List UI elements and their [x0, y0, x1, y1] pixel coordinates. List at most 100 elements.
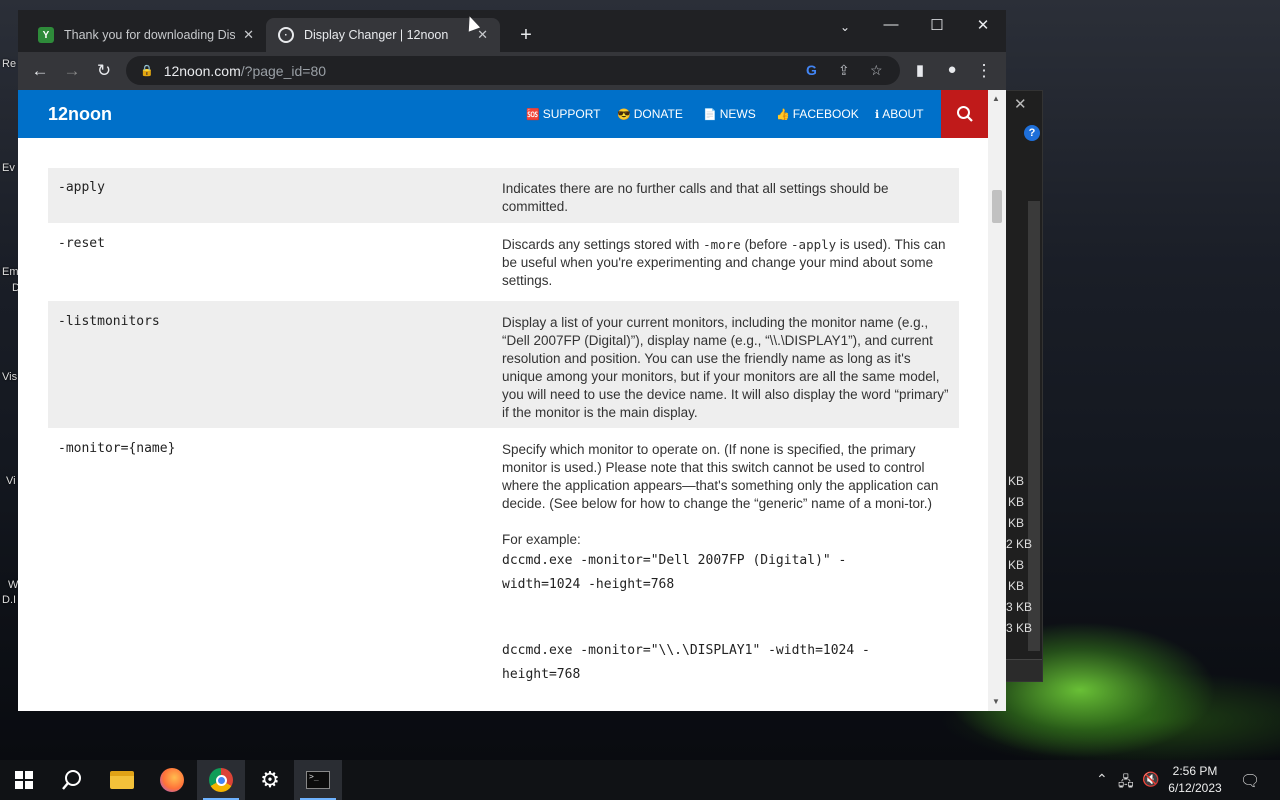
example-label: For example: [502, 532, 581, 547]
download-site-icon: Y [38, 27, 54, 43]
site-logo[interactable]: 12noon [48, 104, 112, 125]
taskbar-search[interactable] [48, 760, 96, 800]
gear-icon: ⚙ [260, 767, 280, 792]
bookmark-star-icon[interactable]: ☆ [870, 62, 883, 79]
terminal-icon: >_ [306, 771, 330, 789]
start-button[interactable] [0, 760, 48, 800]
option-switch: -listmonitors [58, 314, 160, 329]
chevron-up-icon[interactable]: ⌃ [1096, 771, 1108, 788]
maximize-icon[interactable]: ☐ [914, 16, 960, 34]
profile-icon[interactable]: ● [940, 61, 964, 78]
file-size: 3 KB [1006, 621, 1033, 635]
background-explorer-window[interactable]: ✕ ? KB KB KB 2 KB KB KB 3 KB 3 KB [1005, 90, 1043, 682]
option-switch: -apply [58, 180, 105, 195]
minimize-icon[interactable]: — [868, 16, 914, 33]
browser-window: Y Thank you for downloading Disp ✕ · Dis… [18, 10, 1006, 711]
menu-kebab-icon[interactable]: ⋮ [972, 61, 996, 81]
table-row: -listmonitors Display a list of your cur… [48, 301, 959, 428]
thumbs-up-icon: 👍 [776, 109, 790, 121]
option-description: Indicates there are no further calls and… [502, 181, 889, 214]
close-icon[interactable]: ✕ [1014, 95, 1027, 113]
side-panel-icon[interactable]: ▮ [908, 61, 932, 79]
tab-download[interactable]: Y Thank you for downloading Disp ✕ [26, 18, 266, 52]
sunglasses-icon: 😎 [617, 109, 631, 121]
file-size: KB [1008, 558, 1025, 572]
desktop-icon-label[interactable]: W [8, 579, 18, 591]
address-bar[interactable]: 🔒 12noon.com/?page_id=80 G ⇪ ☆ [126, 56, 900, 85]
notifications-icon[interactable]: 🗨 [1240, 771, 1260, 791]
scrollbar-thumb[interactable] [992, 190, 1002, 223]
desktop-icon-label[interactable]: Em [2, 266, 19, 278]
nav-donate[interactable]: 😎 DONATE [617, 107, 683, 121]
file-size: KB [1008, 579, 1025, 593]
option-description: Discards any settings stored with -more … [502, 237, 946, 288]
close-window-icon[interactable]: ✕ [960, 16, 1006, 34]
tab-title: Display Changer | 12noon [304, 28, 449, 42]
tab-title: Thank you for downloading Disp [64, 28, 236, 42]
clock-icon: · [278, 27, 294, 43]
nav-support[interactable]: 🆘 SUPPORT [526, 107, 601, 121]
desktop-icon-label[interactable]: D.I [2, 594, 16, 606]
clock-time: 2:56 PM [1172, 764, 1218, 778]
system-clock[interactable]: 2:56 PM 6/12/2023 [1162, 763, 1228, 797]
url-host: 12noon.com [163, 62, 241, 79]
file-size: KB [1008, 516, 1025, 530]
google-lens-icon[interactable]: G [806, 62, 817, 78]
page-scrollbar[interactable]: ▲ ▼ [988, 90, 1006, 711]
close-tab-icon[interactable]: ✕ [243, 27, 254, 43]
file-size: KB [1008, 495, 1025, 509]
taskbar-settings[interactable]: ⚙ [246, 760, 294, 800]
taskbar: ⚙ >_ ⌃ 🖧 🔇 2:56 PM 6/12/2023 🗨 [0, 760, 1280, 800]
volume-muted-icon[interactable]: 🔇 [1142, 771, 1159, 788]
nav-about[interactable]: ℹ ABOUT [875, 107, 924, 121]
url-path: /?page_id=80 [240, 62, 327, 79]
code-example: dccmd.exe -monitor="Dell 2007FP (Digital… [502, 553, 847, 592]
info-icon: ℹ [875, 109, 880, 121]
back-icon[interactable]: ← [28, 61, 52, 81]
scroll-down-icon[interactable]: ▼ [992, 697, 1000, 706]
scrollbar[interactable] [1028, 201, 1040, 651]
file-size: 3 KB [1006, 600, 1033, 614]
desktop-icon-label[interactable]: Vi [6, 475, 16, 487]
taskbar-file-explorer[interactable] [98, 760, 146, 800]
taskbar-chrome[interactable] [197, 760, 245, 800]
reload-icon[interactable]: ↻ [92, 61, 116, 81]
option-switch: -reset [58, 236, 105, 251]
table-row: -monitor={name} Specify which monitor to… [48, 428, 959, 711]
newspaper-icon: 📄 [703, 109, 717, 121]
share-icon[interactable]: ⇪ [838, 62, 850, 79]
search-icon [62, 770, 81, 790]
firefox-icon [160, 768, 184, 792]
clock-date: 6/12/2023 [1168, 781, 1222, 795]
scroll-up-icon[interactable]: ▲ [992, 94, 1000, 103]
table-row: -apply Indicates there are no further ca… [48, 168, 959, 223]
taskbar-firefox[interactable] [148, 760, 196, 800]
lock-icon[interactable]: 🔒 [140, 64, 154, 77]
search-button[interactable] [941, 90, 988, 138]
option-description-text: Specify which monitor to operate on. (If… [502, 442, 939, 511]
option-description: Display a list of your current monitors,… [502, 315, 949, 420]
file-size: 2 KB [1006, 537, 1033, 551]
network-icon[interactable]: 🖧 [1118, 771, 1134, 795]
chrome-icon [209, 768, 233, 792]
desktop-icon-label[interactable]: Ev [2, 162, 15, 174]
new-tab-icon[interactable]: + [514, 24, 538, 47]
tab-strip: Y Thank you for downloading Disp ✕ · Dis… [18, 10, 1006, 52]
close-tab-icon[interactable]: ✕ [477, 27, 488, 43]
table-row: -reset Discards any settings stored with… [48, 223, 959, 301]
help-icon[interactable]: ? [1024, 125, 1040, 141]
nav-news[interactable]: 📄 NEWS [703, 107, 756, 121]
windows-icon [15, 771, 33, 789]
desktop-icon-label[interactable]: Re [2, 58, 16, 70]
option-switch: -monitor={name} [58, 441, 176, 456]
file-size: KB [1008, 474, 1025, 488]
search-icon [956, 106, 973, 122]
forward-icon[interactable]: → [60, 61, 84, 81]
sos-icon: 🆘 [526, 109, 540, 121]
nav-facebook[interactable]: 👍 FACEBOOK [776, 107, 859, 121]
desktop-icon-label[interactable]: Vis [2, 371, 17, 383]
taskbar-terminal[interactable]: >_ [294, 760, 342, 800]
folder-icon [110, 771, 134, 789]
tab-search-chevron-icon[interactable]: ⌄ [822, 20, 868, 34]
site-header: 12noon 🆘 SUPPORT 😎 DONATE 📄 NEWS 👍 FACEBOOK … [18, 90, 988, 138]
